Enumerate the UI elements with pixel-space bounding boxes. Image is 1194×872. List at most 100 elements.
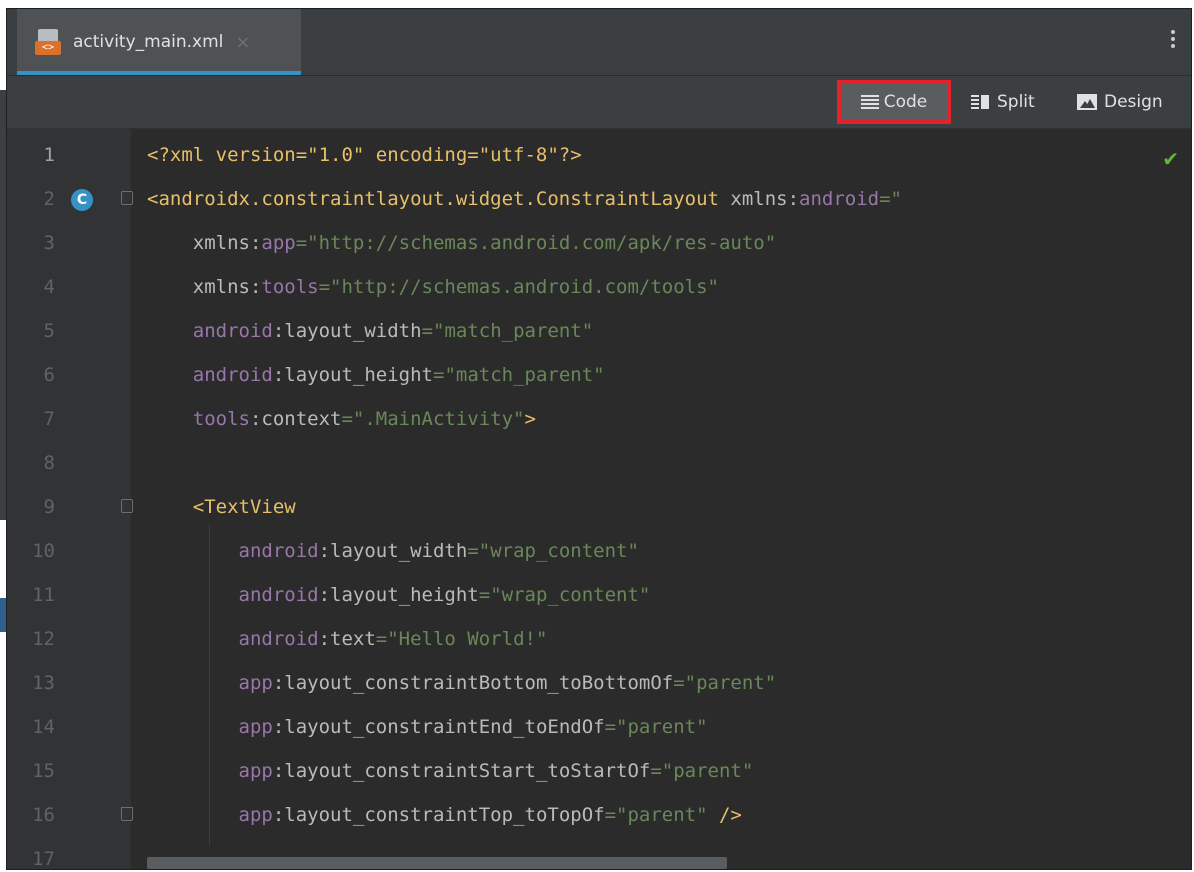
horizontal-scrollbar[interactable] xyxy=(147,857,727,869)
split-icon xyxy=(971,95,989,109)
code-line[interactable]: 8 xyxy=(7,441,1191,485)
code-token: ="Hello World!" xyxy=(375,628,548,650)
line-number: 6 xyxy=(43,364,55,386)
code-text: <?xml version="1.0" encoding="utf-8"?> xyxy=(147,133,582,177)
code-token: xmlns: xyxy=(147,276,262,298)
code-text: android:text="Hello World!" xyxy=(147,617,548,661)
code-line[interactable]: 12 android:text="Hello World!" xyxy=(7,617,1191,661)
code-token: > xyxy=(524,408,536,430)
code-line[interactable]: 16 app:layout_constraintTop_toTopOf="par… xyxy=(7,793,1191,837)
line-number: 16 xyxy=(32,804,55,826)
code-token: =" xyxy=(879,188,902,210)
code-token: ="wrap_content" xyxy=(478,584,651,606)
check-icon[interactable]: ✔ xyxy=(1162,147,1179,171)
line-number: 5 xyxy=(43,320,55,342)
code-token: app xyxy=(147,716,273,738)
design-view-button[interactable]: Design xyxy=(1071,86,1191,118)
code-token: :layout_height xyxy=(272,364,433,386)
code-token: app xyxy=(147,804,273,826)
code-token: ="match_parent" xyxy=(433,364,605,386)
design-view-label: Design xyxy=(1104,92,1163,112)
line-number: 4 xyxy=(43,276,55,298)
view-mode-toolbar: Code Split Design xyxy=(7,76,1191,129)
line-number: 10 xyxy=(32,540,55,562)
code-text: app:layout_constraintStart_toStartOf="pa… xyxy=(147,749,754,793)
code-token: ="parent" xyxy=(604,716,708,738)
code-token: ="parent" xyxy=(604,804,719,826)
code-line[interactable]: 14 app:layout_constraintEnd_toEndOf="par… xyxy=(7,705,1191,749)
code-line[interactable]: 7 tools:context=".MainActivity"> xyxy=(7,397,1191,441)
fold-marker-icon[interactable] xyxy=(121,191,133,205)
code-line[interactable]: 2 <androidx.constraintlayout.widget.Const… xyxy=(7,177,1191,221)
line-number: 8 xyxy=(43,452,55,474)
code-token: :context xyxy=(249,408,342,430)
code-token: ="http://schemas.android.com/apk/res-aut… xyxy=(295,232,777,254)
code-line[interactable]: 6 android:layout_height="match_parent" xyxy=(7,353,1191,397)
code-line[interactable]: 1 <?xml version="1.0" encoding="utf-8"?> xyxy=(7,133,1191,177)
code-text: app:layout_constraintEnd_toEndOf="parent… xyxy=(147,705,708,749)
code-view-label: Code xyxy=(883,92,928,112)
line-number: 11 xyxy=(32,584,55,606)
code-token: ="parent" xyxy=(650,760,754,782)
code-token: app xyxy=(261,232,296,254)
image-icon xyxy=(1077,94,1097,110)
code-text: xmlns:app="http://schemas.android.com/ap… xyxy=(147,221,776,265)
code-token: :layout_constraintStart_toStartOf xyxy=(272,760,651,782)
code-line[interactable]: 4 xmlns:tools="http://schemas.android.co… xyxy=(7,265,1191,309)
fold-end-marker-icon[interactable] xyxy=(121,807,133,821)
code-token: app xyxy=(147,760,273,782)
line-number: 3 xyxy=(43,232,55,254)
line-number: 9 xyxy=(43,496,55,518)
code-token: <androidx.constraintlayout.widget.Constr… xyxy=(147,188,731,210)
editor-window: <> activity_main.xml × Code Split Design xyxy=(6,8,1192,870)
code-line[interactable]: 5 android:layout_width="match_parent" xyxy=(7,309,1191,353)
code-line[interactable]: 10 android:layout_width="wrap_content" xyxy=(7,529,1191,573)
xml-layout-file-icon: <> xyxy=(35,29,63,55)
line-number: 14 xyxy=(32,716,55,738)
line-number: 17 xyxy=(32,848,55,870)
code-token: xmlns: xyxy=(730,188,800,210)
split-view-button[interactable]: Split xyxy=(965,86,1057,118)
code-token: android xyxy=(147,364,273,386)
code-token: <TextView xyxy=(147,496,296,518)
code-token: xmlns: xyxy=(147,232,262,254)
line-number: 7 xyxy=(43,408,55,430)
code-text: app:layout_constraintBottom_toBottomOf="… xyxy=(147,661,777,705)
line-number: 12 xyxy=(32,628,55,650)
code-token: tools xyxy=(147,408,250,430)
code-token: android xyxy=(799,188,880,210)
fold-marker-icon[interactable] xyxy=(121,499,133,513)
more-options-icon[interactable] xyxy=(1171,27,1177,51)
code-token: :layout_constraintTop_toTopOf xyxy=(272,804,605,826)
code-text: <androidx.constraintlayout.widget.Constr… xyxy=(147,177,902,221)
code-line[interactable]: 13 app:layout_constraintBottom_toBottomO… xyxy=(7,661,1191,705)
lines-icon xyxy=(860,95,879,109)
code-line[interactable]: 15 app:layout_constraintStart_toStartOf=… xyxy=(7,749,1191,793)
code-line[interactable]: 9 <TextView xyxy=(7,485,1191,529)
code-token: android xyxy=(147,540,319,562)
code-text: app:layout_constraintTop_toTopOf="parent… xyxy=(147,793,742,837)
code-token: :layout_constraintBottom_toBottomOf xyxy=(272,672,674,694)
code-token: app xyxy=(147,672,273,694)
code-token: <?xml version="1.0" encoding="utf-8"?> xyxy=(147,144,582,166)
code-token: android xyxy=(147,584,319,606)
code-token: ="wrap_content" xyxy=(467,540,639,562)
code-token: android xyxy=(147,320,273,342)
code-token: :layout_height xyxy=(318,584,479,606)
code-line[interactable]: 11 android:layout_height="wrap_content" xyxy=(7,573,1191,617)
code-text: android:layout_height="wrap_content" xyxy=(147,573,651,617)
line-number: 1 xyxy=(43,144,55,166)
code-view-button[interactable]: Code xyxy=(837,80,951,124)
tab-activity-main[interactable]: <> activity_main.xml × xyxy=(17,9,301,75)
code-line[interactable]: 3 xmlns:app="http://schemas.android.com/… xyxy=(7,221,1191,265)
tab-bar: <> activity_main.xml × xyxy=(7,9,1191,76)
code-token: :layout_width xyxy=(272,320,422,342)
split-view-label: Split xyxy=(997,92,1035,112)
close-icon[interactable]: × xyxy=(235,32,250,53)
class-badge-icon[interactable]: C xyxy=(71,189,93,211)
code-editor[interactable]: 1 <?xml version="1.0" encoding="utf-8"?> 2… xyxy=(7,129,1191,870)
code-token: /> xyxy=(718,804,742,826)
code-token: android xyxy=(147,628,319,650)
code-token: :text xyxy=(318,628,376,650)
tab-label: activity_main.xml xyxy=(73,32,224,52)
